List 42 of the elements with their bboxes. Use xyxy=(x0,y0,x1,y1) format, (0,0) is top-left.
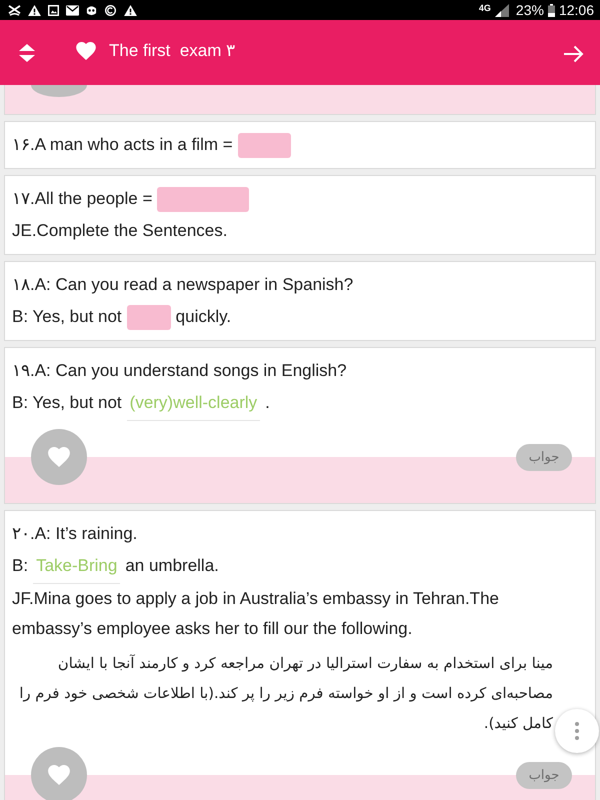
arrow-right-icon[interactable] xyxy=(564,44,584,62)
sentence-text: B: Yes, but not xyxy=(12,393,122,413)
x-mark-icon xyxy=(8,4,21,16)
persian-instruction-text: مینا برای استخدام به سفارت استرالیا در تهران مراجعه کرد و کارمند آنجا با ایشان مصاحبه‌ای کرده است و از او خواسته فرم زیر را پر کند.(با اطلاعات شخصی خود فرم را کامل کنید). xyxy=(18,654,553,734)
sentence-text: ۱۸.A: Can you read a newspaper in Spanish? xyxy=(12,275,354,295)
mail-icon xyxy=(66,4,79,16)
sentence-text: an umbrella. xyxy=(125,556,219,576)
answer-text: (very)well-clearly xyxy=(126,393,260,421)
sentence-text: quickly. xyxy=(176,307,232,327)
sentence-text: . xyxy=(265,393,270,413)
instruction-text: JF.Mina goes to apply a job in Australia’s embassy in Tehran.The embassy’s employee asks her to fill our the following. xyxy=(12,588,500,640)
sentence-text: ۱۷.All the people = xyxy=(12,189,152,209)
battery-icon xyxy=(548,4,555,16)
sort-icon[interactable] xyxy=(19,44,35,62)
heart-icon xyxy=(48,447,70,467)
clock: 12:06 xyxy=(558,2,594,18)
warning-icon xyxy=(28,4,41,16)
answer-box[interactable] xyxy=(238,132,291,158)
sentence-text: B: Yes, but not xyxy=(12,307,122,327)
battery-percent: 23% xyxy=(516,2,544,18)
image-icon xyxy=(48,4,59,16)
copyright-icon xyxy=(104,4,117,16)
signal-icon xyxy=(494,4,509,16)
sentence-text: JE.Complete the Sentences. xyxy=(12,221,228,241)
heart-button[interactable] xyxy=(31,747,87,800)
answer-button[interactable]: جواب xyxy=(516,444,572,471)
answer-box[interactable] xyxy=(126,304,171,330)
sentence-text: ۲۰.A: It’s raining. xyxy=(12,524,138,544)
network-type: 4G xyxy=(478,2,491,12)
round-button[interactable] xyxy=(31,85,87,97)
robot-icon xyxy=(86,4,97,16)
sentence-text: ۱۶.A man who acts in a film = xyxy=(12,135,233,155)
more-vertical-icon xyxy=(575,722,579,740)
answer-text: Take-Bring xyxy=(33,556,120,584)
heart-icon[interactable] xyxy=(76,42,96,60)
answer-button[interactable]: جواب xyxy=(516,762,572,789)
heart-icon xyxy=(48,765,70,785)
sentence-text: ۱۹.A: Can you understand songs in English? xyxy=(12,361,347,381)
answer-box[interactable] xyxy=(157,186,250,212)
page-title: The first exam ۳ xyxy=(109,40,236,61)
warning-icon xyxy=(124,4,137,16)
sentence-text: B: xyxy=(12,556,28,576)
